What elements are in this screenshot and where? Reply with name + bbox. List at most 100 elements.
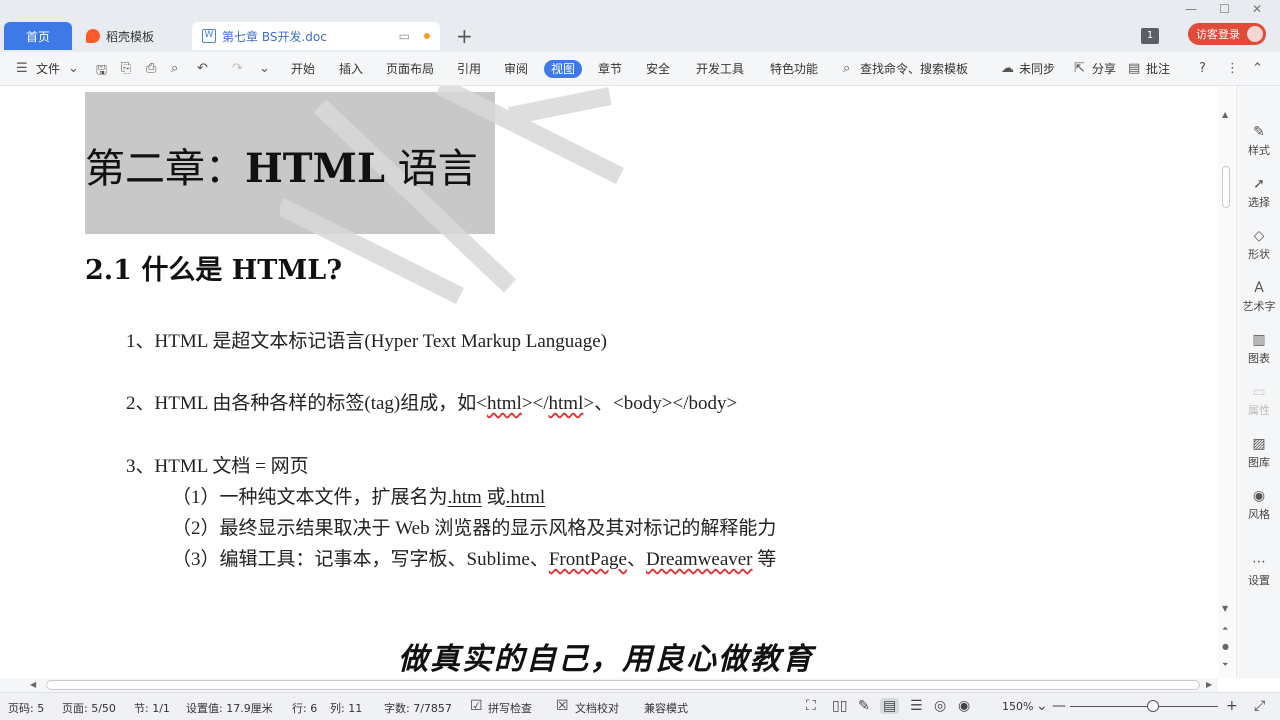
chevron-down-icon[interactable]: ⌄ [68, 61, 79, 76]
web-view-icon[interactable]: ◎ [934, 698, 946, 714]
window-count-badge[interactable]: 1 [1141, 28, 1159, 44]
zoom-out-icon[interactable]: — [1052, 698, 1066, 714]
spell-check-icon[interactable]: ☑ [470, 698, 483, 714]
more-icon[interactable]: ⋮ [1226, 61, 1239, 76]
close-icon[interactable]: ✕ [1252, 2, 1262, 16]
comment-button[interactable]: 批注 [1146, 60, 1170, 78]
panel-select[interactable]: ➚ 选择 [1237, 176, 1280, 210]
share-icon[interactable]: ⇱ [1074, 61, 1085, 76]
sub-item-1-mid: 或 [481, 487, 506, 508]
paragraph-1: 1、HTML 是超文本标记语言(Hyper Text Markup Langua… [126, 331, 607, 352]
tab-docer[interactable]: 稻壳模板 [76, 22, 188, 50]
panel-theme[interactable]: ◉ 风格 [1237, 488, 1280, 522]
select-browse-icon[interactable]: ● [1222, 642, 1229, 651]
status-section[interactable]: 节: 1/1 [134, 700, 170, 716]
minimize-icon[interactable]: — [1185, 2, 1197, 16]
menu-chapter[interactable]: 章节 [598, 60, 622, 78]
panel-chart-label: 图表 [1248, 352, 1270, 365]
zoom-slider-knob[interactable] [1147, 700, 1159, 712]
panel-settings[interactable]: ⋯ 设置 [1237, 554, 1280, 588]
menu-review[interactable]: 审阅 [504, 60, 528, 78]
panel-select-label: 选择 [1248, 196, 1270, 209]
spell-check-button[interactable]: 拼写检查 [488, 700, 532, 716]
collapse-ribbon-icon[interactable]: ⌃ [1252, 61, 1263, 76]
fit-page-icon[interactable]: ⤢ [1254, 698, 1265, 714]
help-icon[interactable]: ? [1199, 61, 1206, 76]
status-setting[interactable]: 设置值: 17.9厘米 [186, 700, 273, 716]
writing-mode-icon[interactable]: ✎ [858, 698, 870, 714]
spell-error-html-2: html [548, 393, 584, 414]
reading-mode-icon[interactable]: ▯▯ [832, 698, 847, 714]
menu-dev-tools[interactable]: 开发工具 [696, 60, 744, 78]
screen-icon[interactable]: ▭ [399, 29, 410, 43]
vertical-scrollbar[interactable]: ▲ ▼ ⏶ ● ⏷ [1218, 86, 1234, 678]
new-tab-button[interactable]: + [456, 24, 473, 48]
menu-security[interactable]: 安全 [646, 60, 670, 78]
panel-gallery-label: 图库 [1248, 456, 1270, 469]
next-page-icon[interactable]: ⏷ [1222, 660, 1228, 670]
page-view-icon[interactable]: ▤ [880, 698, 900, 714]
undo-icon[interactable]: ↶ [197, 61, 208, 76]
document-page[interactable]: 第二章：HTML 语言 2.1 什么是 HTML? 1、HTML 是超文本标记语… [0, 86, 1194, 678]
menu-start[interactable]: 开始 [291, 60, 315, 78]
status-page[interactable]: 页面: 5/50 [62, 700, 116, 716]
scroll-right-icon[interactable]: ▶ [1206, 680, 1212, 689]
maximize-icon[interactable]: ☐ [1219, 2, 1230, 16]
scroll-down-icon[interactable]: ▼ [1222, 604, 1228, 613]
tab-docer-label: 稻壳模板 [106, 29, 155, 44]
menu-view[interactable]: 视图 [544, 60, 583, 78]
login-button[interactable]: 访客登录 [1188, 23, 1266, 45]
menu-reference[interactable]: 引用 [457, 60, 481, 78]
status-words[interactable]: 字数: 7/7857 [384, 700, 452, 716]
section-title: 2.1 什么是 HTML? [85, 255, 343, 286]
outline-view-icon[interactable]: ☰ [910, 698, 923, 714]
menu-file[interactable]: 文件 [36, 60, 60, 78]
status-page-code[interactable]: 页码: 5 [8, 700, 44, 716]
panel-shape[interactable]: ◇ 形状 [1237, 228, 1280, 262]
share-button[interactable]: 分享 [1092, 60, 1116, 78]
scroll-up-icon[interactable]: ▲ [1222, 110, 1228, 119]
window-controls: — ☐ ✕ [1185, 2, 1262, 16]
hamburger-icon[interactable]: ☰ [16, 61, 28, 76]
tab-home[interactable]: 首页 [4, 22, 72, 50]
prev-page-icon[interactable]: ⏶ [1222, 624, 1228, 634]
horizontal-scrollbar[interactable]: ◀ ▶ [0, 678, 1218, 692]
proofread-icon[interactable]: ☒ [556, 698, 569, 714]
command-search[interactable]: 查找命令、搜索模板 [860, 60, 968, 78]
panel-shape-label: 形状 [1248, 248, 1270, 261]
panel-chart[interactable]: ▥ 图表 [1237, 332, 1280, 366]
redo-icon[interactable]: ↷ [232, 61, 243, 76]
print-icon[interactable]: ⎙ [146, 61, 156, 76]
fullscreen-icon[interactable]: ⛶ [806, 698, 816, 714]
zoom-slider[interactable] [1070, 706, 1218, 707]
comment-icon[interactable]: ▤ [1128, 61, 1140, 76]
paragraph-2-pre: 2、HTML 由各种各样的标签(tag)组成，如< [126, 393, 487, 414]
scroll-left-icon[interactable]: ◀ [30, 680, 36, 689]
tab-document[interactable]: W 第七章 BS开发.doc ▭ [192, 22, 440, 50]
panel-property[interactable]: ▭ 属性 [1237, 384, 1280, 418]
print-preview-icon[interactable]: ⌕ [171, 61, 178, 76]
save-icon[interactable]: 🖫 [96, 61, 107, 83]
horizontal-scroll-thumb[interactable] [46, 680, 1200, 690]
panel-wordart[interactable]: A 艺术字 [1237, 280, 1280, 314]
menu-insert[interactable]: 插入 [339, 60, 363, 78]
panel-gallery[interactable]: ▨ 图库 [1237, 436, 1280, 470]
cloud-icon[interactable]: ☁ [1001, 61, 1014, 76]
format-painter-icon[interactable]: ⎘ [121, 61, 131, 76]
zoom-dropdown-icon[interactable]: ⌄ [1036, 698, 1048, 714]
proofread-button[interactable]: 文档校对 [575, 700, 619, 716]
vertical-scroll-thumb[interactable] [1222, 166, 1230, 208]
zoom-in-icon[interactable]: + [1226, 698, 1238, 714]
menu-page-layout[interactable]: 页面布局 [386, 60, 434, 78]
unsaved-dot-icon [424, 33, 430, 39]
tab-document-label: 第七章 BS开发.doc [222, 29, 327, 44]
more-chevron-icon[interactable]: ⌄ [259, 61, 270, 76]
panel-style[interactable]: ✎ 样式 [1237, 124, 1280, 158]
search-icon[interactable]: ⌕ [843, 61, 850, 76]
panel-settings-label: 设置 [1248, 574, 1270, 587]
zoom-level[interactable]: 150% [1002, 700, 1033, 713]
sub-item-3-sep: 、 [626, 549, 646, 570]
sync-status[interactable]: 未同步 [1019, 60, 1055, 78]
menu-special[interactable]: 特色功能 [770, 60, 818, 78]
eye-protect-icon[interactable]: ◉ [958, 698, 970, 714]
